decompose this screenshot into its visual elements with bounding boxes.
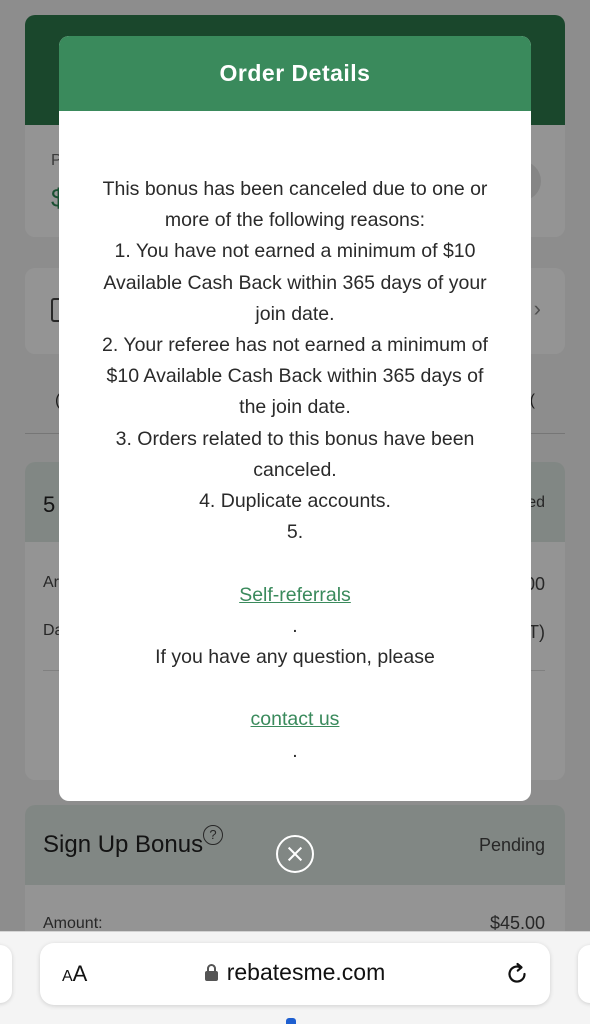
contact-us-link[interactable]: contact us — [251, 708, 340, 730]
reason-text: 4. Duplicate accounts. — [199, 490, 391, 513]
reason-text: 3. Orders related to this bonus have bee… — [115, 427, 475, 450]
address-bar[interactable]: AA rebatesme.com — [40, 943, 550, 1005]
reason-text: the join date. — [239, 396, 351, 419]
period-text: . — [292, 739, 298, 762]
reason-text: join date. — [255, 302, 335, 325]
close-modal-button[interactable] — [276, 835, 314, 873]
reload-icon[interactable] — [504, 961, 530, 987]
reason-text: canceled. — [253, 458, 337, 481]
contact-line: contact us — [85, 704, 505, 735]
modal-body: This bonus has been canceled due to one … — [85, 174, 505, 767]
lock-icon — [204, 964, 218, 981]
safari-toolbar: AA rebatesme.com — [0, 931, 590, 1024]
previous-tab[interactable] — [0, 945, 12, 1003]
self-referrals-link[interactable]: Self-referrals — [239, 584, 351, 606]
next-tab[interactable] — [578, 945, 590, 1003]
url-text: rebatesme.com — [226, 959, 386, 985]
home-indicator — [286, 1018, 296, 1024]
modal-title: Order Details — [219, 60, 371, 86]
reason-text: Available Cash Back within 365 days of y… — [103, 271, 487, 294]
period-text: . — [292, 614, 298, 637]
reason-text: This bonus has been canceled due to one … — [102, 178, 488, 200]
reason-text: 2. Your referee has not earned a minimum… — [102, 334, 488, 357]
reason-text: 1. You have not earned a minimum of $10 — [114, 240, 476, 263]
order-details-modal: Order Details This bonus has been cancel… — [59, 36, 531, 801]
reason-text: 5. — [286, 521, 304, 544]
reason-text: $10 Available Cash Back within 365 days … — [106, 365, 484, 388]
self-referrals-line: Self-referrals — [85, 580, 505, 611]
url-display[interactable]: rebatesme.com — [40, 959, 550, 986]
question-text: If you have any question, please — [155, 646, 435, 669]
modal-header: Order Details — [59, 36, 531, 111]
reason-text: more of the following reasons: — [164, 209, 426, 232]
